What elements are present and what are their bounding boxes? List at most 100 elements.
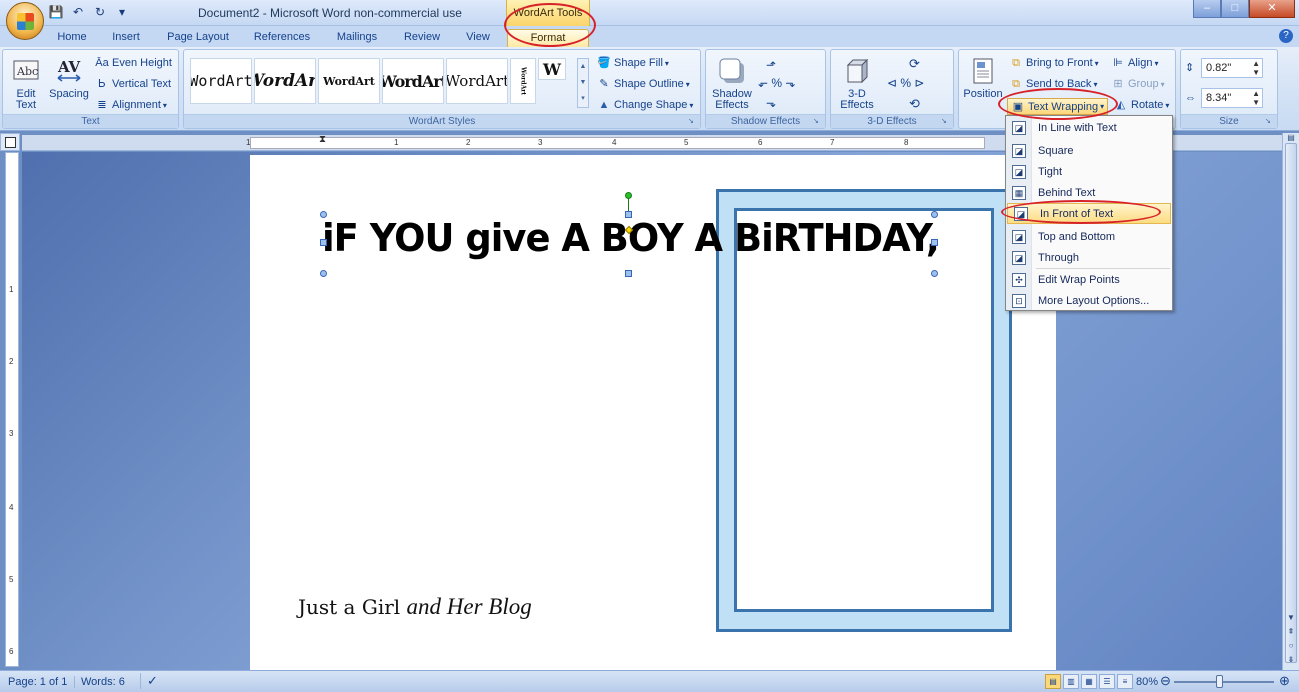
rotate-handle[interactable] xyxy=(625,192,632,199)
wordart-style-4[interactable]: WordArt xyxy=(382,58,444,104)
wordart-gallery-scroll[interactable]: ▲ ▼ ▾ xyxy=(577,58,589,108)
draft-icon[interactable]: ≡ xyxy=(1117,674,1133,689)
next-page-icon[interactable]: ⇟ xyxy=(1285,655,1297,664)
undo-icon[interactable]: ↶ xyxy=(70,4,86,20)
edit-text-button[interactable]: Abc Edit Text xyxy=(9,56,43,111)
tilt-controls[interactable]: ⊲ % ⊳ xyxy=(887,76,924,90)
resize-handle-t[interactable] xyxy=(625,211,632,218)
proofing-icon[interactable]: ✓ xyxy=(140,673,158,689)
group-icon: ⊞ xyxy=(1113,78,1123,90)
resize-handle-b[interactable] xyxy=(625,270,632,277)
page-count[interactable]: Page: 1 of 1 xyxy=(8,676,67,688)
vertical-scrollbar[interactable]: ▤ ▼ ⇞ ○ ⇟ xyxy=(1282,133,1299,670)
group-button[interactable]: ⊞ Group ▾ xyxy=(1111,77,1164,91)
resize-handle-tr[interactable] xyxy=(931,211,938,218)
triangle-shape-icon: ▲ xyxy=(598,99,610,111)
vertical-text-button[interactable]: Ꮟ Vertical Text xyxy=(95,77,171,91)
wordart-style-7[interactable]: W xyxy=(538,58,566,80)
nudge-shadow-up-icon[interactable]: ⬏ xyxy=(766,58,776,72)
zoom-slider-thumb[interactable] xyxy=(1216,675,1223,688)
full-screen-reading-icon[interactable]: ▥ xyxy=(1063,674,1079,689)
resize-handle-bl[interactable] xyxy=(320,270,327,277)
zoom-level[interactable]: 80% xyxy=(1136,676,1158,688)
3d-effects-button[interactable]: 3-D Effects xyxy=(835,56,879,111)
resize-handle-tl[interactable] xyxy=(320,211,327,218)
previous-page-icon[interactable]: ⇞ xyxy=(1285,627,1297,636)
wordart-style-gallery: WordArt WordArt WordArt WordArt WordArt … xyxy=(190,58,570,110)
blog-footer-text: Just a Girl and Her Blog xyxy=(298,594,532,619)
print-layout-icon[interactable]: ▤ xyxy=(1045,674,1061,689)
tilt-up-icon[interactable]: ⟳ xyxy=(909,56,920,72)
wordart-style-1[interactable]: WordArt xyxy=(190,58,252,104)
resize-handle-r[interactable] xyxy=(931,239,938,246)
zoom-out-icon[interactable]: ⊖ xyxy=(1160,673,1171,689)
shape-fill-button[interactable]: 🪣 Shape Fill ▾ xyxy=(597,56,669,70)
indent-marker-icon[interactable]: ⧗ xyxy=(319,134,326,145)
minimize-button[interactable]: – xyxy=(1193,0,1221,18)
help-icon[interactable]: ? xyxy=(1279,29,1293,43)
word-count[interactable]: Words: 6 xyxy=(74,676,125,688)
even-height-button[interactable]: Āa Even Height xyxy=(95,56,172,70)
redo-icon[interactable]: ↻ xyxy=(92,4,108,20)
tab-insert[interactable]: Insert xyxy=(104,29,148,47)
tab-mailings[interactable]: Mailings xyxy=(330,29,384,47)
bring-to-front-button[interactable]: ⧉ Bring to Front ▾ xyxy=(1009,56,1099,70)
close-button[interactable]: ✕ xyxy=(1249,0,1295,18)
tab-home[interactable]: Home xyxy=(52,29,92,47)
zoom-slider[interactable] xyxy=(1174,681,1274,683)
browse-object-icon[interactable]: ○ xyxy=(1285,641,1297,650)
resize-handle-br[interactable] xyxy=(931,270,938,277)
menu-square[interactable]: ◪ Square xyxy=(1006,140,1172,161)
wordart-styles-label: WordArt Styles xyxy=(184,114,700,128)
shape-width-input[interactable]: 8.34" ▲ ▼ xyxy=(1201,88,1263,108)
wordart-style-2[interactable]: WordArt xyxy=(254,58,316,104)
office-button[interactable] xyxy=(6,2,44,40)
shape-outline-button[interactable]: ✎ Shape Outline ▾ xyxy=(597,77,689,91)
wordart-style-5[interactable]: WordArt xyxy=(446,58,508,104)
size-launcher-icon[interactable]: ↘ xyxy=(1265,117,1274,126)
outline-icon[interactable]: ☰ xyxy=(1099,674,1115,689)
menu-tight[interactable]: ◪ Tight xyxy=(1006,161,1172,182)
menu-top-and-bottom[interactable]: ◪ Top and Bottom xyxy=(1006,226,1172,247)
shadow-nudge-controls[interactable]: ⬐ % ⬎ xyxy=(758,76,795,90)
vertical-ruler[interactable]: 1 2 3 4 5 6 xyxy=(5,152,19,667)
align-button[interactable]: ⊫ Align ▾ xyxy=(1111,56,1158,70)
scroll-down-icon[interactable]: ▼ xyxy=(1285,613,1297,622)
tilt-down-icon[interactable]: ⟲ xyxy=(909,96,920,112)
web-layout-icon[interactable]: ▦ xyxy=(1081,674,1097,689)
spacing-button[interactable]: AV Spacing xyxy=(47,56,91,100)
menu-more-layout-options[interactable]: ⊡ More Layout Options... xyxy=(1006,290,1172,311)
wordart-styles-launcher-icon[interactable]: ↘ xyxy=(688,117,697,126)
menu-edit-wrap-points[interactable]: ✣ Edit Wrap Points xyxy=(1006,269,1172,290)
wordart-title[interactable]: iF YOU give A BOY A BiRTHDAY, xyxy=(322,216,940,260)
picture-frame-inner xyxy=(734,208,994,612)
wordart-style-3[interactable]: WordArt xyxy=(318,58,380,104)
wordart-style-6[interactable]: WordArt xyxy=(510,58,536,104)
menu-through[interactable]: ◪ Through xyxy=(1006,247,1172,268)
annotation-circle-in-front xyxy=(1001,200,1161,224)
tab-page-layout[interactable]: Page Layout xyxy=(162,29,234,47)
resize-handle-l[interactable] xyxy=(320,239,327,246)
rotate-button[interactable]: ◭ Rotate ▾ xyxy=(1114,98,1170,112)
edit-wrap-points-icon: ✣ xyxy=(1012,272,1026,287)
zoom-in-icon[interactable]: ⊕ xyxy=(1279,673,1290,689)
maximize-button[interactable]: □ xyxy=(1221,0,1249,18)
menu-in-line-with-text[interactable]: ◪ In Line with Text xyxy=(1006,117,1172,138)
position-button[interactable]: Position xyxy=(961,56,1005,100)
3d-effects-launcher-icon[interactable]: ↘ xyxy=(941,117,950,126)
shadow-effects-button[interactable]: Shadow Effects xyxy=(710,56,754,111)
nudge-shadow-down-icon[interactable]: ⬎ xyxy=(766,96,776,110)
shadow-effects-launcher-icon[interactable]: ↘ xyxy=(813,117,822,126)
tab-review[interactable]: Review xyxy=(398,29,446,47)
customize-qat-icon[interactable]: ▾ xyxy=(114,4,130,20)
shape-height-input[interactable]: 0.82" ▲ ▼ xyxy=(1201,58,1263,78)
ruler-toggle-icon[interactable]: ▤ xyxy=(1285,133,1297,142)
tab-references[interactable]: References xyxy=(248,29,316,47)
annotation-circle-format-tab xyxy=(504,3,596,47)
scroll-thumb[interactable] xyxy=(1285,143,1297,663)
alignment-button[interactable]: ≣ Alignment ▾ xyxy=(95,98,167,112)
tab-selector[interactable] xyxy=(0,133,20,151)
save-icon[interactable]: 💾 xyxy=(48,4,64,20)
tab-view[interactable]: View xyxy=(460,29,496,47)
change-shape-button[interactable]: ▲ Change Shape ▾ xyxy=(597,98,694,112)
